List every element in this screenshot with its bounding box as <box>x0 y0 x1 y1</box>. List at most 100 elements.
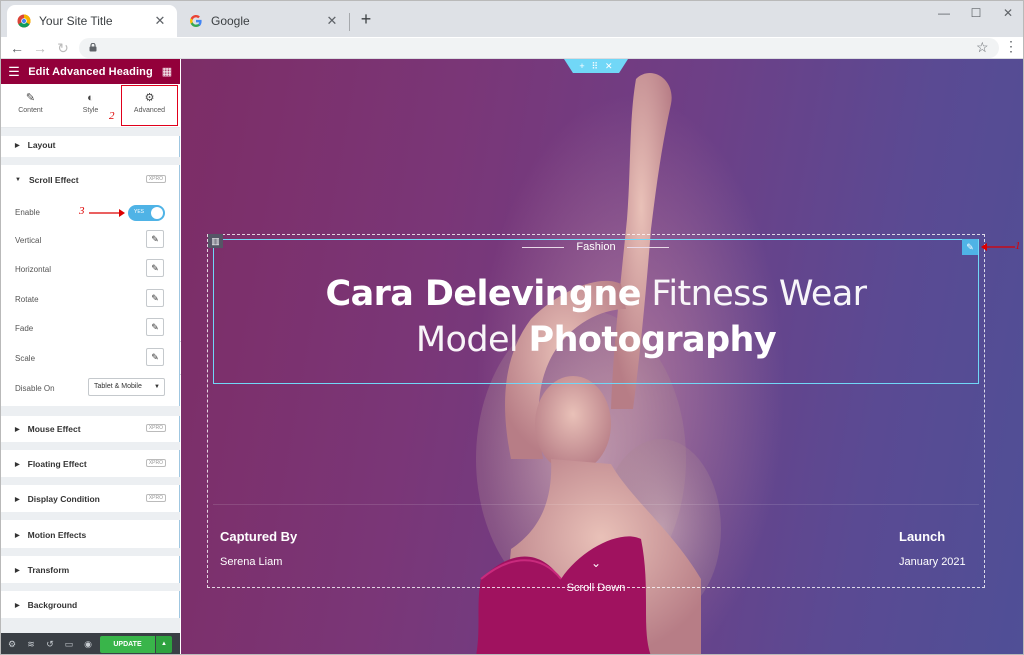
caret-right-icon: ▶ <box>15 602 20 609</box>
heading-light-1: Fitness Wear <box>640 274 867 314</box>
section-label: Display Condition <box>27 494 100 504</box>
section-label: Mouse Effect <box>27 424 81 434</box>
section-scroll-effect[interactable]: ▼ Scroll Effect XPRO <box>1 168 180 192</box>
pencil-icon: ✎ <box>25 92 36 104</box>
update-options-caret-icon[interactable]: ▲ <box>156 636 172 653</box>
rotate-edit-button[interactable]: ✎ <box>146 289 164 307</box>
pencil-icon: ✎ <box>151 234 159 244</box>
chrome-icon <box>17 14 31 28</box>
add-icon[interactable]: + <box>579 61 584 71</box>
fade-edit-button[interactable]: ✎ <box>146 318 164 336</box>
captured-by-label: Captured By <box>220 529 298 544</box>
divider <box>1 442 180 450</box>
toggle-label: YES <box>134 209 145 215</box>
tab-label: Style <box>82 107 99 114</box>
heading-bold-1: Cara Delevingne <box>325 274 642 314</box>
scroll-down-link[interactable]: Scroll Down <box>546 582 646 594</box>
update-button[interactable]: UPDATE <box>100 636 155 653</box>
close-icon[interactable]: ✕ <box>605 61 613 72</box>
minimize-button[interactable]: — <box>929 5 959 21</box>
toggle-knob <box>151 207 163 219</box>
horizontal-label: Horizontal <box>15 265 52 274</box>
section-label: Background <box>27 600 78 610</box>
browser-window: Your Site Title ✕ Google ✕ + — ☐ ✕ ← → ↻… <box>0 0 1024 655</box>
caret-down-icon: ▼ <box>15 177 21 183</box>
enable-label: Enable <box>15 208 40 217</box>
advanced-heading: Cara Delevingne Fitness Wear Model Photo… <box>213 271 979 363</box>
divider <box>1 406 180 416</box>
caret-right-icon: ▶ <box>15 426 20 433</box>
google-icon <box>189 14 203 28</box>
divider <box>1 477 180 485</box>
section-label: Transform <box>27 565 70 575</box>
forward-icon[interactable]: → <box>31 39 49 57</box>
scale-edit-button[interactable]: ✎ <box>146 348 164 366</box>
lock-icon <box>89 43 97 52</box>
tab-content[interactable]: ✎ Content <box>1 84 60 128</box>
close-tab-icon[interactable]: ✕ <box>153 13 167 29</box>
history-icon[interactable]: ↺ <box>44 638 56 650</box>
editor-panel: ☰ Edit Advanced Heading ▦ ✎ Content ◐ St… <box>1 59 180 654</box>
tab-title: Your Site Title <box>39 14 113 28</box>
section-layout[interactable]: ▶ Layout <box>1 133 180 157</box>
chevron-down-icon[interactable]: ⌄ <box>588 556 604 572</box>
divider <box>1 548 180 556</box>
section-label: Scroll Effect <box>28 175 79 185</box>
tab-your-site-title[interactable]: Your Site Title ✕ <box>7 5 177 37</box>
close-window-button[interactable]: ✕ <box>993 5 1023 21</box>
section-toolbar[interactable]: + ⠿ ✕ <box>564 59 628 73</box>
column-handle-icon[interactable]: ▥ <box>208 234 223 248</box>
browser-menu-icon[interactable]: ⋮ <box>1004 38 1018 55</box>
back-icon[interactable]: ← <box>8 39 26 57</box>
divider <box>1 583 180 591</box>
caret-right-icon: ▶ <box>15 461 20 468</box>
maximize-button[interactable]: ☐ <box>961 5 991 21</box>
widgets-grid-icon[interactable]: ▦ <box>154 65 180 78</box>
caret-right-icon: ▶ <box>15 142 20 149</box>
hamburger-menu-icon[interactable]: ☰ <box>1 64 27 80</box>
section-motion-effects[interactable]: ▶ Motion Effects <box>1 523 180 547</box>
pencil-icon: ✎ <box>151 322 159 332</box>
tab-google[interactable]: Google ✕ <box>179 5 349 37</box>
disable-on-label: Disable On <box>15 384 55 393</box>
section-mouse-effect[interactable]: ▶ Mouse Effect XPRO <box>1 417 180 441</box>
bookmark-star-icon[interactable]: ☆ <box>976 39 989 56</box>
pro-badge: XPRO <box>145 459 166 467</box>
layers-icon[interactable]: ≋ <box>25 638 37 650</box>
enable-toggle[interactable]: YES <box>128 205 165 221</box>
launch-label: Launch <box>899 529 946 544</box>
section-display-condition[interactable]: ▶ Display Condition XPRO <box>1 487 180 511</box>
section-background[interactable]: ▶ Background <box>1 593 180 617</box>
new-tab-button[interactable]: + <box>356 9 376 29</box>
pro-badge: XPRO <box>145 175 166 183</box>
reload-icon[interactable]: ↻ <box>54 39 72 57</box>
annotation-number-3: 3 <box>79 205 85 217</box>
widget-edit-pencil-icon[interactable]: ✎ <box>962 239 978 255</box>
responsive-icon[interactable]: ▭ <box>63 638 75 650</box>
preview-eye-icon[interactable]: ◉ <box>82 638 94 650</box>
heading-bold-2: Photography <box>528 320 777 360</box>
close-tab-icon[interactable]: ✕ <box>325 13 339 29</box>
disable-on-select[interactable]: Tablet & Mobile ▼ <box>88 378 165 396</box>
settings-icon[interactable]: ⚙ <box>6 638 18 650</box>
horizontal-edit-button[interactable]: ✎ <box>146 259 164 277</box>
tab-separator <box>349 13 350 31</box>
tab-label: Content <box>18 107 43 114</box>
address-bar[interactable] <box>79 38 999 58</box>
half-circle-icon: ◐ <box>87 92 94 104</box>
annotation-number-1: 1 <box>1015 240 1021 252</box>
pencil-icon: ✎ <box>151 352 159 362</box>
caret-right-icon: ▶ <box>15 496 20 503</box>
section-floating-effect[interactable]: ▶ Floating Effect XPRO <box>1 452 180 476</box>
chevron-down-icon: ▼ <box>154 384 160 390</box>
browser-toolbar: ← → ↻ ☆ ⋮ <box>1 37 1023 59</box>
section-label: Floating Effect <box>27 459 87 469</box>
tab-title: Google <box>211 14 250 28</box>
pencil-icon: ✎ <box>151 263 159 273</box>
section-transform[interactable]: ▶ Transform <box>1 558 180 582</box>
panel-title: Edit Advanced Heading <box>28 65 153 78</box>
vertical-edit-button[interactable]: ✎ <box>146 230 164 248</box>
drag-handle-icon[interactable]: ⠿ <box>592 61 599 72</box>
captured-by-name: Serena Liam <box>220 556 283 568</box>
annotation-arrow-left <box>981 243 1015 251</box>
